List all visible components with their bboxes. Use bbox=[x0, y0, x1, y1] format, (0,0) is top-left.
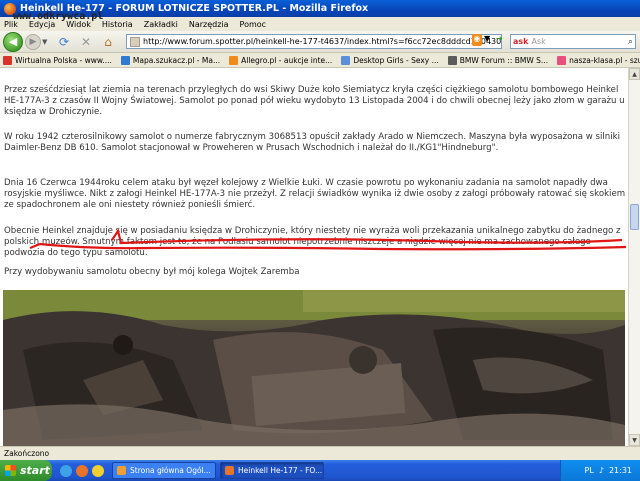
bookmarks-toolbar: Wirtualna Polska - www.... Mapa.szukacz.p… bbox=[0, 53, 640, 68]
bookmark-label: BMW Forum :: BMW S... bbox=[459, 55, 549, 65]
stop-button[interactable]: ✕ bbox=[78, 34, 94, 50]
bookmark-favicon-icon bbox=[120, 55, 130, 65]
bookmark-item[interactable]: BMW Forum :: BMW S... bbox=[447, 55, 549, 65]
firefox-quicklaunch-icon[interactable] bbox=[76, 464, 88, 477]
vertical-scrollbar[interactable]: ▲ ▼ bbox=[628, 68, 640, 446]
menu-zakladki[interactable]: Zakładki bbox=[144, 20, 178, 29]
navigation-toolbar: ◀ ▶ ▼ ⟳ ✕ ⌂ http://www.forum.spotter.pl/… bbox=[0, 31, 640, 53]
bookmark-label: nasza-klasa.pl - szuka... bbox=[569, 55, 640, 65]
rss-feed-icon[interactable]: ◉ bbox=[472, 34, 482, 46]
bookmark-favicon-icon bbox=[341, 55, 351, 65]
wreckage-image-svg bbox=[3, 290, 625, 446]
reload-button[interactable]: ⟳ bbox=[56, 34, 72, 50]
stop-icon: ✕ bbox=[80, 34, 92, 49]
start-button[interactable]: start bbox=[0, 460, 52, 481]
status-bar: Zakończono bbox=[0, 446, 640, 460]
go-button-icon[interactable]: ➔ bbox=[496, 34, 506, 46]
status-text: Zakończono bbox=[4, 449, 50, 458]
clock: 21:31 bbox=[608, 466, 632, 475]
search-placeholder: Ask bbox=[531, 37, 546, 46]
bookmark-favicon-icon bbox=[3, 55, 12, 65]
windows-logo-icon bbox=[5, 465, 16, 476]
system-tray: PL ♪ 21:31 bbox=[560, 460, 640, 481]
bookmark-favicon-icon bbox=[229, 55, 239, 65]
bookmark-item[interactable]: Wirtualna Polska - www.... bbox=[3, 55, 112, 65]
start-label: start bbox=[20, 464, 50, 477]
taskbar-task-label: Heinkell He-177 - FO... bbox=[238, 466, 323, 475]
bookmark-item[interactable]: nasza-klasa.pl - szuka... bbox=[557, 55, 640, 65]
taskbar-task-heinkell[interactable]: Heinkell He-177 - FO... bbox=[220, 462, 324, 479]
scroll-thumb[interactable] bbox=[630, 204, 639, 230]
site-favicon-icon bbox=[130, 36, 140, 47]
windows-taskbar: start Strona główna Ogól... Heinkell He-… bbox=[0, 460, 640, 481]
menu-narzedzia[interactable]: Narzędzia bbox=[189, 20, 229, 29]
url-dropdown-icon[interactable]: ▼ bbox=[484, 34, 494, 46]
forward-button[interactable]: ▶ bbox=[25, 33, 41, 50]
search-icon[interactable]: ⌕ bbox=[628, 37, 633, 47]
folder-quicklaunch-icon[interactable] bbox=[92, 464, 104, 477]
bookmark-favicon-icon bbox=[557, 55, 567, 65]
red-underline-annotation bbox=[29, 228, 627, 251]
search-input[interactable]: ask Ask ⌕ bbox=[510, 34, 636, 49]
home-icon: ⌂ bbox=[104, 34, 112, 49]
bookmark-favicon-icon bbox=[447, 55, 457, 65]
menu-pomoc[interactable]: Pomoc bbox=[240, 20, 267, 29]
watermark-text: www.odkrywca.pl bbox=[13, 11, 104, 22]
page-content: Przez sześćdziesiąt lat ziemia na terena… bbox=[0, 68, 628, 446]
history-dropdown-icon[interactable]: ▼ bbox=[42, 38, 50, 46]
scroll-up-arrow-icon[interactable]: ▲ bbox=[629, 68, 640, 80]
bookmark-item[interactable]: Allegro.pl - aukcje inte... bbox=[229, 55, 333, 65]
language-indicator[interactable]: PL bbox=[585, 466, 594, 475]
taskbar-task-label: Strona główna Ogól... bbox=[130, 466, 211, 475]
quick-launch bbox=[60, 464, 108, 477]
url-actions: ◉ ▼ ➔ bbox=[470, 34, 506, 46]
url-bar[interactable]: http://www.forum.spotter.pl/heinkell-he-… bbox=[126, 34, 502, 49]
menu-historia[interactable]: Historia bbox=[102, 20, 133, 29]
bookmark-label: Wirtualna Polska - www.... bbox=[15, 55, 112, 65]
back-button[interactable]: ◀ bbox=[3, 31, 23, 52]
taskbar-task-icon bbox=[225, 466, 234, 475]
bookmark-label: Mapa.szukacz.pl - Ma... bbox=[132, 55, 221, 65]
bookmark-label: Allegro.pl - aukcje inte... bbox=[241, 55, 333, 65]
url-text: http://www.forum.spotter.pl/heinkell-he-… bbox=[143, 37, 502, 46]
taskbar-task-icon bbox=[117, 466, 126, 475]
ie-quicklaunch-icon[interactable] bbox=[60, 464, 72, 477]
scroll-down-arrow-icon[interactable]: ▼ bbox=[629, 434, 640, 446]
bookmark-label: Desktop Girls - Sexy ... bbox=[353, 55, 439, 65]
home-button[interactable]: ⌂ bbox=[100, 34, 116, 50]
reload-icon: ⟳ bbox=[58, 34, 70, 49]
volume-icon[interactable]: ♪ bbox=[599, 466, 604, 475]
wreckage-photo bbox=[3, 290, 625, 446]
forward-arrow-icon: ▶ bbox=[29, 36, 37, 47]
bookmark-item[interactable]: Desktop Girls - Sexy ... bbox=[341, 55, 439, 65]
ask-engine-icon[interactable]: ask bbox=[513, 37, 528, 46]
back-arrow-icon: ◀ bbox=[8, 35, 18, 48]
bookmark-item[interactable]: Mapa.szukacz.pl - Ma... bbox=[120, 55, 221, 65]
taskbar-task-homepage[interactable]: Strona główna Ogól... bbox=[112, 462, 216, 479]
